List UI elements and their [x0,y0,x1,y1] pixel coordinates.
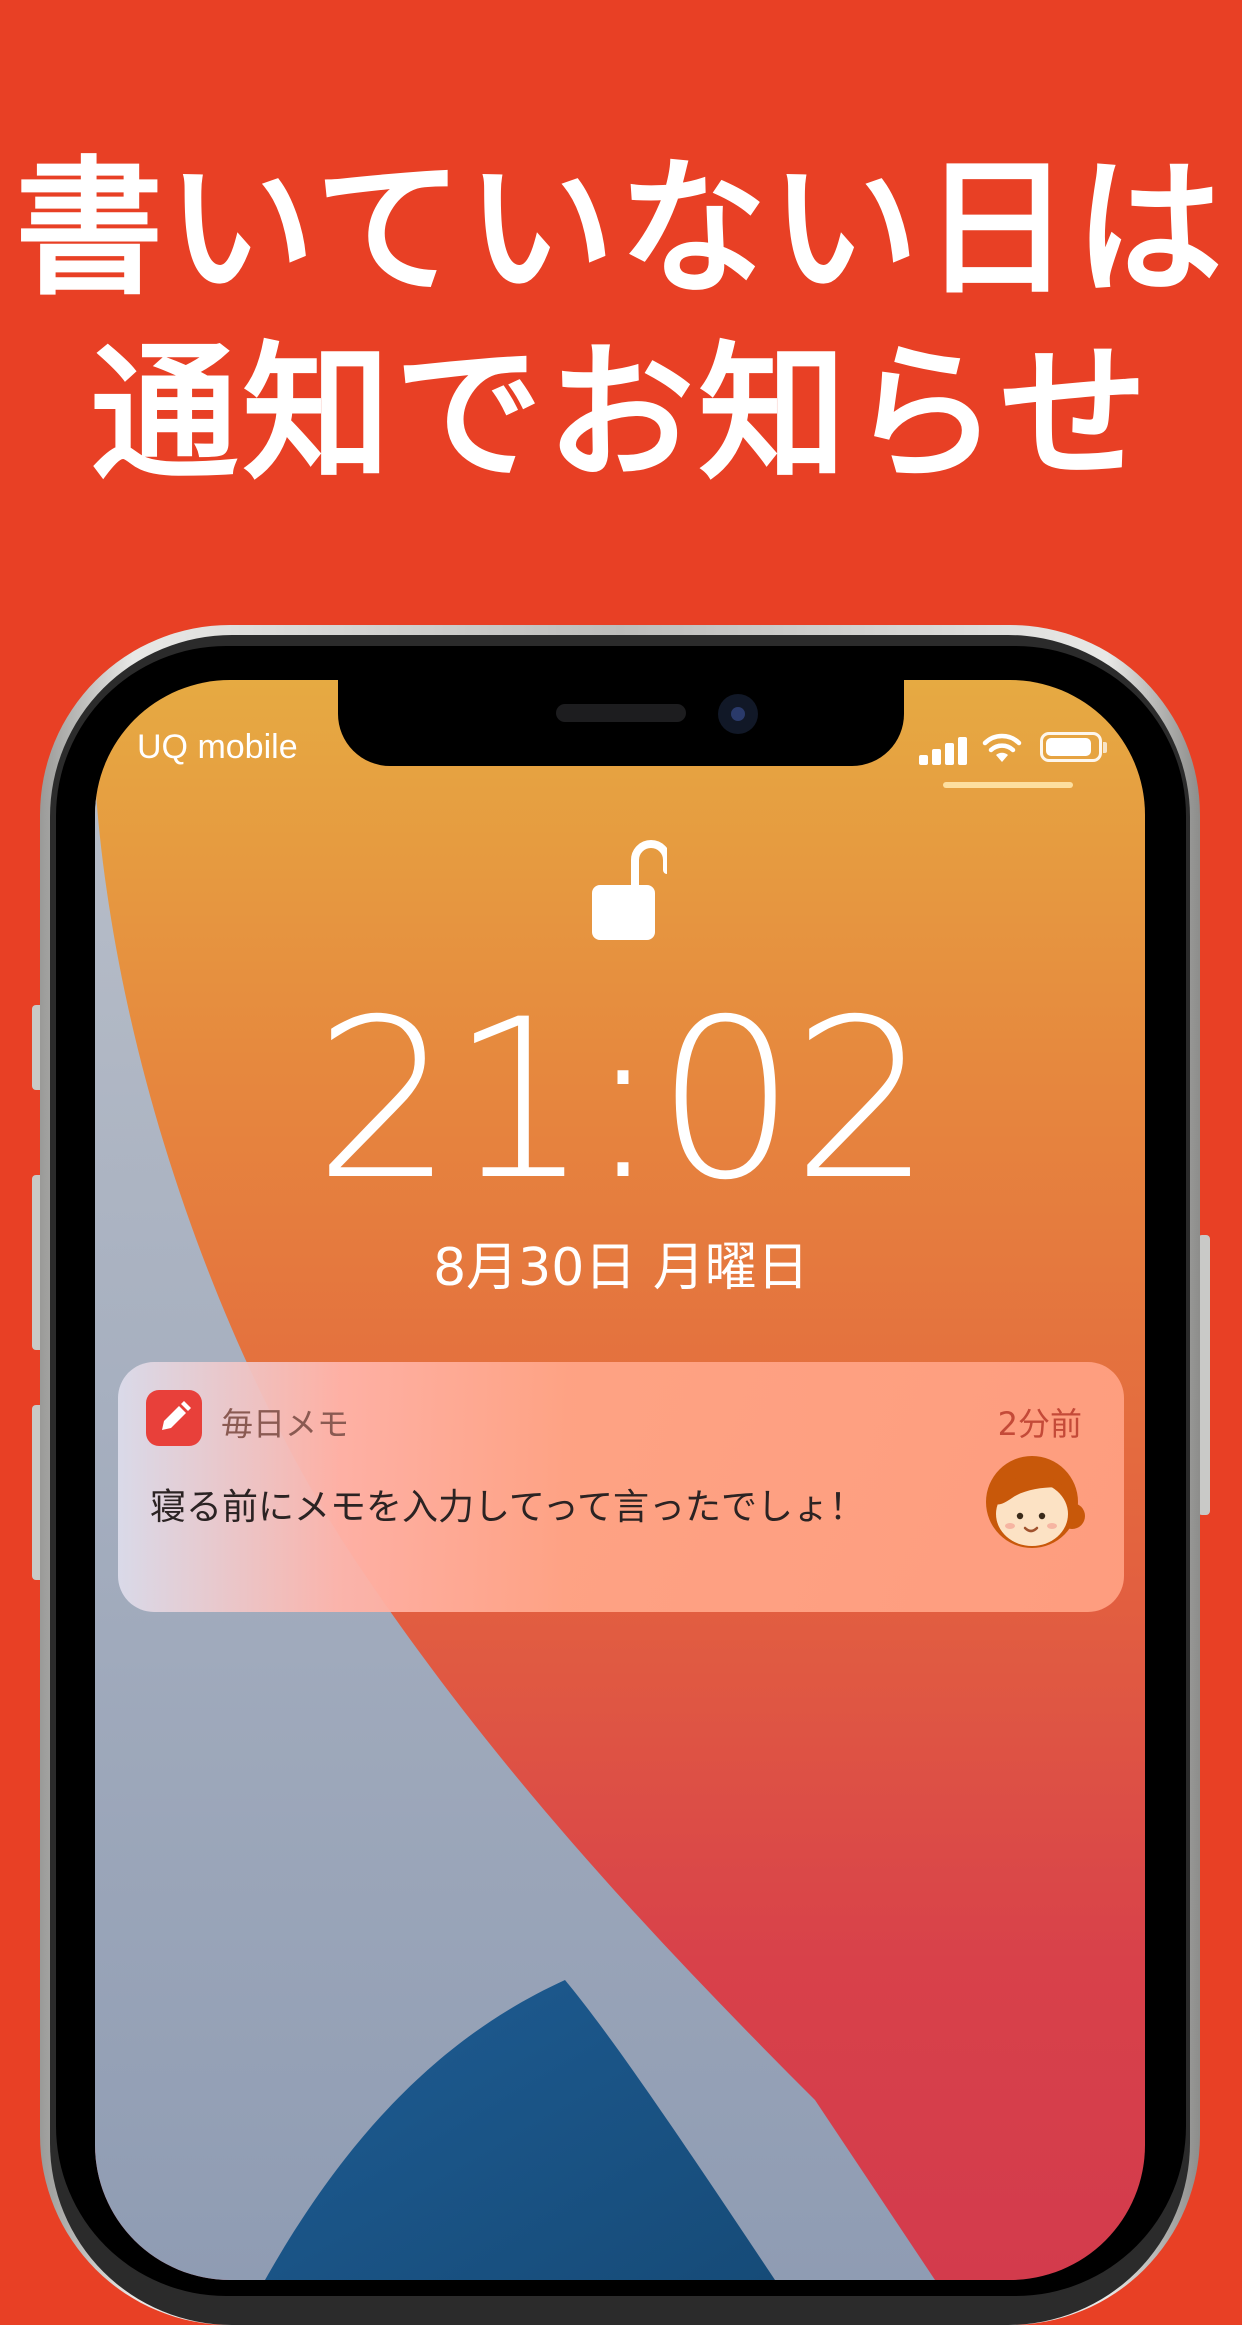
headline-line-2: 通知でお知らせ [90,328,1152,500]
front-camera [718,694,758,734]
battery-icon [1040,732,1102,762]
notification-app-name: 毎日メモ [221,1405,350,1443]
notch [338,680,904,766]
lock-screen-time: 21:02 [313,972,932,1228]
notification-timestamp: 2分前 [997,1405,1082,1443]
lock-screen-date: 8月30日 月曜日 [433,1238,809,1298]
girl-face-avatar [986,1456,1085,1548]
unlocked-padlock-icon[interactable] [587,835,667,945]
carrier-name: UQ mobile [137,728,298,766]
notification-message: 寝る前にメモを入力してって言ったでしょ！ [150,1487,865,1528]
headline-line-1: 書いていない日は [15,143,1227,315]
battery-tip [1103,742,1107,753]
control-center-indicator[interactable] [943,782,1073,788]
wifi-icon [982,733,1022,762]
signal-bars-icon [919,735,969,765]
pencil-icon [146,1390,202,1446]
earpiece-speaker [556,704,686,722]
